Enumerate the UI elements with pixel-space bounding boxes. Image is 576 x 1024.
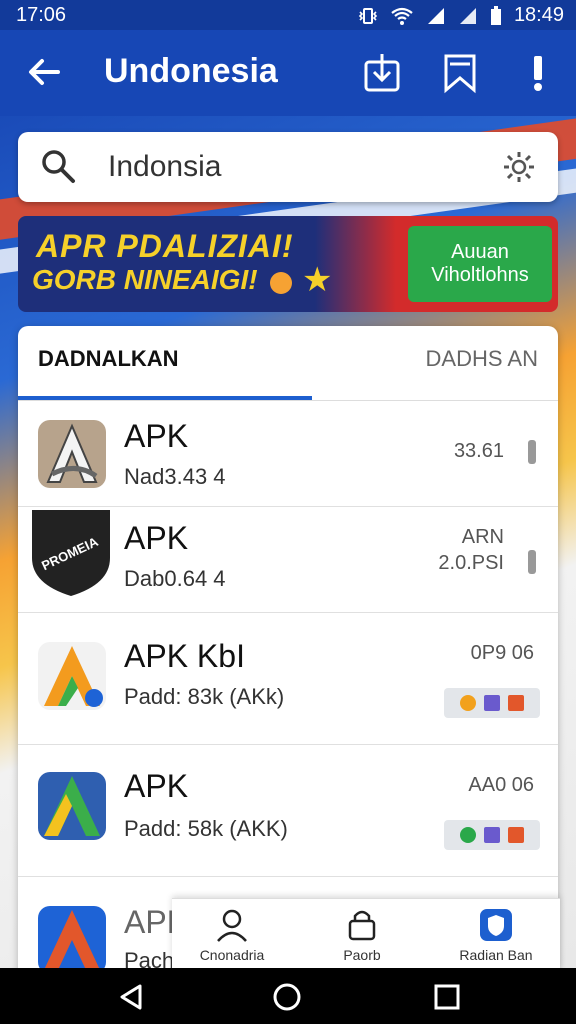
nav-item-shield[interactable]: Radian Ban: [436, 907, 556, 963]
promo-banner[interactable]: APR PDALIZIAI! GORB NINEAIGI! ★ Auuan Vi…: [18, 216, 558, 312]
battery-icon: [490, 5, 501, 25]
tag-dot-blue: [484, 827, 500, 843]
signal-icon-2: [459, 7, 476, 24]
list-item[interactable]: APK Nad3.43 4 33.61: [18, 400, 558, 507]
home-circle-icon[interactable]: [272, 982, 302, 1012]
system-nav-bar: [0, 968, 576, 1024]
wifi-icon: [391, 7, 413, 25]
nav-label: Radian Ban: [459, 947, 533, 963]
search-icon: [42, 150, 75, 183]
tag-dot-blue: [484, 695, 500, 711]
star-icon: ★: [302, 261, 333, 299]
app-subtitle: Nad3.43 4: [124, 464, 226, 489]
bookmark-icon[interactable]: [440, 52, 480, 94]
app-size: 33.61: [453, 440, 504, 462]
list-item[interactable]: APK Padd: 58k (AKK) AA0 06: [18, 744, 558, 877]
app-tags: [444, 820, 540, 850]
app-version-label: ARN: [461, 526, 504, 548]
app-name: APK: [124, 520, 189, 556]
app-subtitle: Padd: 58k (AKK): [124, 816, 288, 841]
person-icon: [217, 909, 247, 942]
nav-item-profile[interactable]: Cnonadria: [172, 907, 292, 963]
lock-icon: [348, 910, 376, 941]
search-input[interactable]: Indonsia: [108, 150, 221, 184]
app-subtitle: Dab0.64 4: [124, 566, 226, 591]
cta-line-2: Viholtlohns: [431, 264, 529, 286]
vibrate-icon: [358, 7, 378, 24]
page-title: Undonesia: [104, 52, 278, 90]
app-bar: Undonesia: [0, 30, 576, 116]
banner-line-1: APR PDALIZIAI!: [36, 228, 294, 264]
shield-app-icon: [480, 909, 512, 941]
app-name: APK KbI: [124, 638, 245, 674]
banner-badge-icon: [270, 272, 292, 294]
tag-dot-red: [508, 827, 524, 843]
signal-icon: [427, 7, 444, 24]
app-subtitle: Padd: 83k (AKk): [124, 684, 285, 709]
recents-square-icon[interactable]: [432, 982, 462, 1012]
app-a-blue-icon: [38, 906, 106, 974]
list-item[interactable]: PROMEIA APK Dab0.64 4 ARN 2.0.PSI: [18, 506, 558, 613]
tag-dot-orange: [460, 695, 476, 711]
status-bar: 17:06 18:49: [0, 0, 576, 30]
gear-icon[interactable]: [502, 150, 536, 184]
status-time-left: 17:06: [16, 4, 67, 26]
app-shield-icon: PROMEIA: [32, 510, 110, 596]
app-a-colorful-icon: [38, 642, 106, 710]
status-time-right: 18:49: [513, 4, 564, 26]
download-status-icon[interactable]: [524, 548, 540, 576]
app-tags: [444, 688, 540, 718]
tab-bar: DADNALKAN DADHS AN: [18, 326, 558, 401]
tab-dashboard[interactable]: DADHS AN: [426, 346, 538, 372]
list-item[interactable]: APK KbI Padd: 83k (AKk) 0P9 06: [18, 612, 558, 745]
cta-line-1: Auuan: [451, 241, 509, 263]
tag-dot-red: [508, 695, 524, 711]
app-size: 2.0.PSI: [438, 552, 504, 574]
banner-line-2: GORB NINEAIGI!: [32, 264, 258, 295]
app-name: APK: [124, 768, 189, 804]
download-status-icon[interactable]: [524, 438, 540, 466]
app-name: APK: [124, 418, 189, 454]
app-a-green-icon: [38, 772, 106, 840]
tab-downloaded[interactable]: DADNALKAN: [38, 346, 179, 372]
app-meta: 0P9 06: [470, 642, 534, 664]
app-a-grey-icon: [38, 420, 106, 488]
status-icons: 18:49: [358, 4, 564, 27]
bottom-nav: Cnonadria Paorb Radian Ban: [172, 898, 560, 969]
search-bar[interactable]: Indonsia: [18, 132, 558, 202]
nav-label: Cnonadria: [199, 947, 265, 963]
download-icon[interactable]: [362, 52, 402, 94]
app-list-card: DADNALKAN DADHS AN APK Nad3.43 4 33.61 P…: [18, 326, 558, 976]
tag-dot-green: [460, 827, 476, 843]
back-arrow-icon[interactable]: [24, 52, 64, 92]
banner-cta-button[interactable]: Auuan Viholtlohns: [408, 226, 552, 302]
nav-label: Paorb: [343, 947, 381, 963]
back-triangle-icon[interactable]: [116, 982, 146, 1012]
nav-item-lock[interactable]: Paorb: [302, 907, 422, 963]
alert-icon[interactable]: [518, 52, 558, 94]
app-meta: AA0 06: [468, 774, 534, 796]
